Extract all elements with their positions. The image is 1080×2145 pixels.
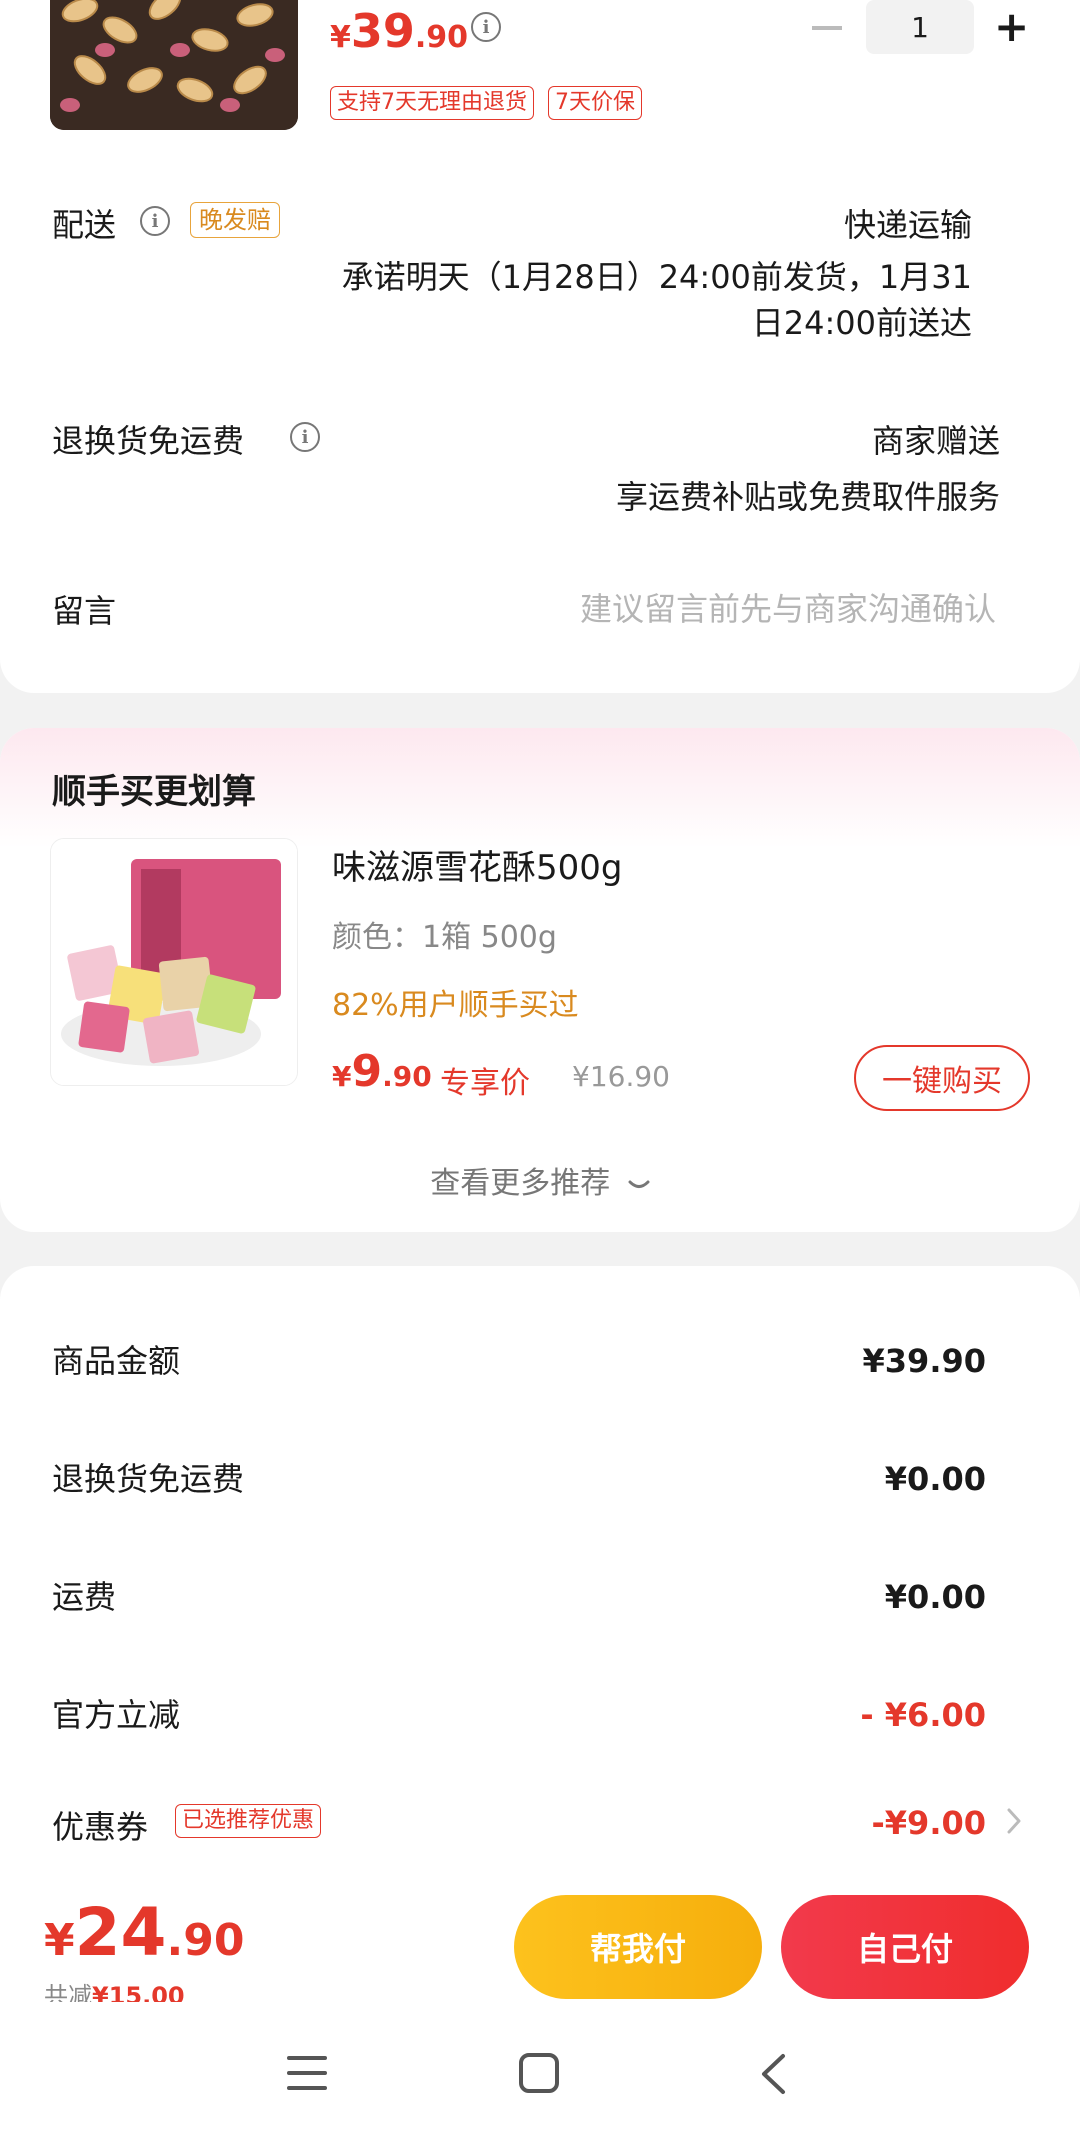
recommend-item-image[interactable] [50,838,298,1086]
recommend-title: 顺手买更划算 [52,772,256,812]
quantity-input[interactable]: 1 [866,0,974,54]
coupon-badge: 已选推荐优惠 [175,1804,322,1838]
delivery-promise-line1: 承诺明天（1月28日）24:00前发货，1月31 [341,258,972,296]
recommend-item-spec: 颜色：1箱 500g [332,920,557,955]
message-label: 留言 [52,592,117,630]
summary-label-shipping: 运费 [52,1578,117,1616]
quantity-increase-button[interactable]: + [994,6,1029,48]
return-shipping-value-line1: 商家赠送 [871,422,1000,460]
coupon-value[interactable]: -¥9.00 [872,1804,987,1842]
summary-value-official-discount: - ¥6.00 [860,1696,986,1734]
late-delivery-badge: 晚发赔 [190,202,280,238]
recommend-social-proof: 82%用户顺手买过 [332,988,579,1023]
summary-label-return: 退换货免运费 [52,1460,245,1498]
recommend-price: ¥ 9 .90 [332,1046,432,1097]
more-recommend-label: 查看更多推荐 [430,1166,611,1201]
delivery-promise-line2: 日24:00前送达 [751,304,972,342]
price-protect-tag: 7天价保 [548,86,642,120]
summary-value-goods: ¥39.90 [862,1342,986,1380]
order-info-card: ¥ 39 .90 i 支持7天无理由退货 7天价保 1 + 配送 i 晚发赔 快… [0,0,1080,693]
return-policy-tag: 支持7天无理由退货 [330,86,534,120]
delivery-info-icon[interactable]: i [140,206,170,236]
summary-label-official-discount: 官方立减 [52,1696,181,1734]
chevron-right-icon[interactable] [1006,1806,1022,1840]
quantity-decrease-button[interactable] [812,26,842,30]
product-price: ¥ 39 .90 [330,4,469,58]
menu-icon[interactable] [286,2054,328,2096]
delivery-method: 快递运输 [843,206,972,244]
return-shipping-info-icon[interactable]: i [290,422,320,452]
more-recommend-link[interactable]: 查看更多推荐 [0,1158,1080,1202]
return-shipping-label: 退换货免运费 [52,422,245,460]
message-input[interactable]: 建议留言前先与商家沟通确认 [580,584,996,630]
pay-myself-button[interactable]: 自己付 [781,1895,1029,1999]
summary-value-shipping: ¥0.00 [884,1578,986,1616]
recommend-original-price: ¥16.90 [572,1060,670,1093]
return-shipping-value-line2: 享运费补贴或免费取件服务 [615,478,1000,516]
summary-label-goods: 商品金额 [52,1342,181,1380]
system-nav-bar [0,2002,1080,2145]
help-me-pay-button[interactable]: 帮我付 [514,1895,762,1999]
product-image[interactable] [50,0,298,130]
delivery-label: 配送 [52,206,117,244]
recommend-item-name[interactable]: 味滋源雪花酥500g [332,840,622,889]
price-info-icon[interactable]: i [471,12,501,42]
summary-value-return: ¥0.00 [884,1460,986,1498]
chevron-down-icon [628,1166,650,1201]
one-click-buy-button[interactable]: 一键购买 [854,1045,1030,1111]
back-icon[interactable] [758,2052,788,2100]
price-summary-card: 商品金额 ¥39.90 退换货免运费 ¥0.00 运费 ¥0.00 官方立减 -… [0,1266,1080,1886]
home-icon[interactable] [518,2052,560,2098]
product-tags: 支持7天无理由退货 7天价保 [330,86,642,120]
coupon-label: 优惠券 [52,1808,149,1846]
recommend-card: 顺手买更划算 味滋源雪花酥500g 颜色：1箱 500g 82%用户顺手买过 ¥… [0,728,1080,1232]
recommend-price-tag: 专享价 [440,1066,530,1101]
total-price: ¥ 24 .90 [44,1894,245,1971]
